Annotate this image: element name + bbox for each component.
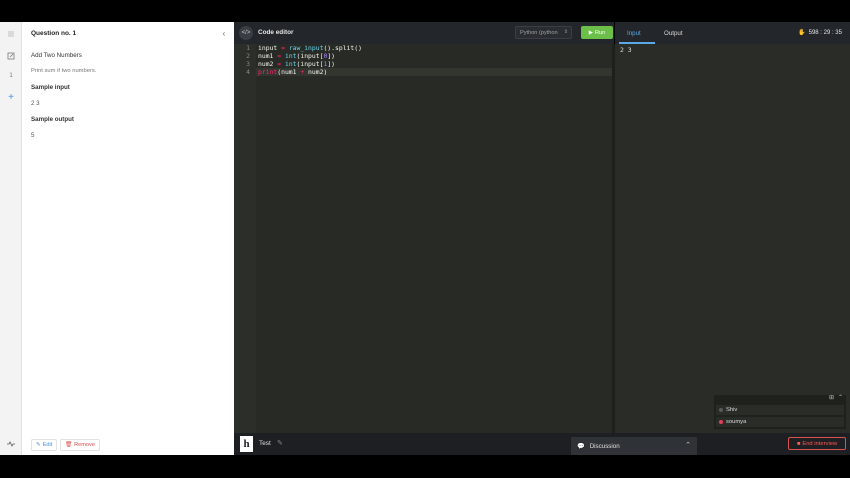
question-description: Print sum if two numbers. [31,68,97,74]
pencil-icon: ✎ [36,442,41,448]
editor-header: </> Code editor Python (python ⇕ ▶ Run [234,22,614,44]
run-label: Run [595,29,606,36]
participant-name: Shiv [726,407,738,413]
discussion-panel-toggle[interactable]: 💬 Discussion ⌃ [571,437,697,455]
edit-label: Edit [42,442,53,448]
participant-row[interactable]: Shiv [716,405,844,415]
tab-input[interactable]: Input [627,22,641,44]
line-number: 3 [246,60,250,68]
line-gutter: 1 2 3 4 [234,44,256,433]
status-dot [719,408,723,412]
remove-label: Remove [74,442,95,448]
code-icon: </> [239,26,253,40]
line-number: 1 [246,44,250,52]
stdin-value[interactable]: 2 3 [620,46,632,54]
tab-output[interactable]: Output [664,22,683,44]
sample-output-label: Sample output [31,116,74,123]
play-icon: ▶ [588,29,594,36]
participants-widget: ⊞ ⌃ Shiv soumya [714,395,846,429]
chevron-up-icon[interactable]: ⌃ [838,394,843,401]
code-line-2[interactable]: num1 = int(input[0]) [258,52,335,60]
trash-icon: 🗑 [65,442,73,448]
run-button[interactable]: ▶ Run [581,26,613,39]
question-number-1[interactable]: 1 [0,68,22,84]
grid-icon[interactable]: ⊞ [829,394,834,401]
timer: ✋ 598 : 29 : 35 [798,29,842,37]
stop-icon: ■ [796,440,801,447]
timer-value: 598 : 29 : 35 [808,29,842,36]
edit-button[interactable]: ✎ Edit [31,439,58,451]
status-dot [719,420,723,424]
left-rail: 1 + [0,22,22,455]
bottom-bar: h Test ✎ 💬 Discussion ⌃ ■ End interview [234,433,850,455]
participants-controls: ⊞ ⌃ [829,394,843,401]
language-value: Python (python [520,29,558,36]
pencil-icon[interactable]: ✎ [277,439,283,447]
participant-name: soumya [726,419,747,425]
editor-title: Code editor [258,29,294,36]
code-editor[interactable]: 1 2 3 4 input = raw_input().split() num1… [234,44,614,433]
test-name: Test [259,440,271,447]
question-panel: Question no. 1 ‹ Add Two Numbers Print s… [22,22,234,455]
language-select[interactable]: Python (python ⇕ [515,26,572,39]
discussion-label: Discussion [589,442,620,450]
question-name: Add Two Numbers [31,52,82,59]
interview-app: 1 + Question no. 1 ‹ Add Two Numbers Pri… [0,22,850,455]
edit-note-icon[interactable] [0,48,22,64]
input-panel[interactable]: 2 3 [615,44,850,433]
line-number: 2 [246,52,250,60]
code-line-3[interactable]: num2 = int(input[1]) [258,60,335,68]
hackerearth-logo: h [240,436,253,452]
line-number: 4 [246,68,250,76]
remove-button[interactable]: 🗑 Remove [60,439,100,451]
sample-input-value: 2 3 [31,100,40,107]
question-title: Question no. 1 [31,30,77,37]
chat-icon: 💬 [577,443,585,450]
participant-row[interactable]: soumya [716,417,844,427]
io-header: Input Output ✋ 598 : 29 : 35 [615,22,850,44]
list-icon[interactable] [0,26,22,42]
end-interview-button[interactable]: ■ End interview [788,437,846,450]
sample-input-label: Sample input [31,84,70,91]
plus-icon[interactable]: + [0,89,22,105]
activity-icon[interactable] [0,436,22,452]
chevron-left-icon[interactable]: ‹ [219,29,229,38]
hand-icon: ✋ [798,30,806,36]
chevron-up-icon: ⌃ [685,442,691,449]
sample-output-value: 5 [31,132,35,139]
code-line-4[interactable]: print(num1 + num2) [258,68,327,76]
code-line-1[interactable]: input = raw_input().split() [258,44,362,52]
updown-icon: ⇕ [563,29,568,35]
end-interview-label: End interview [802,440,838,447]
